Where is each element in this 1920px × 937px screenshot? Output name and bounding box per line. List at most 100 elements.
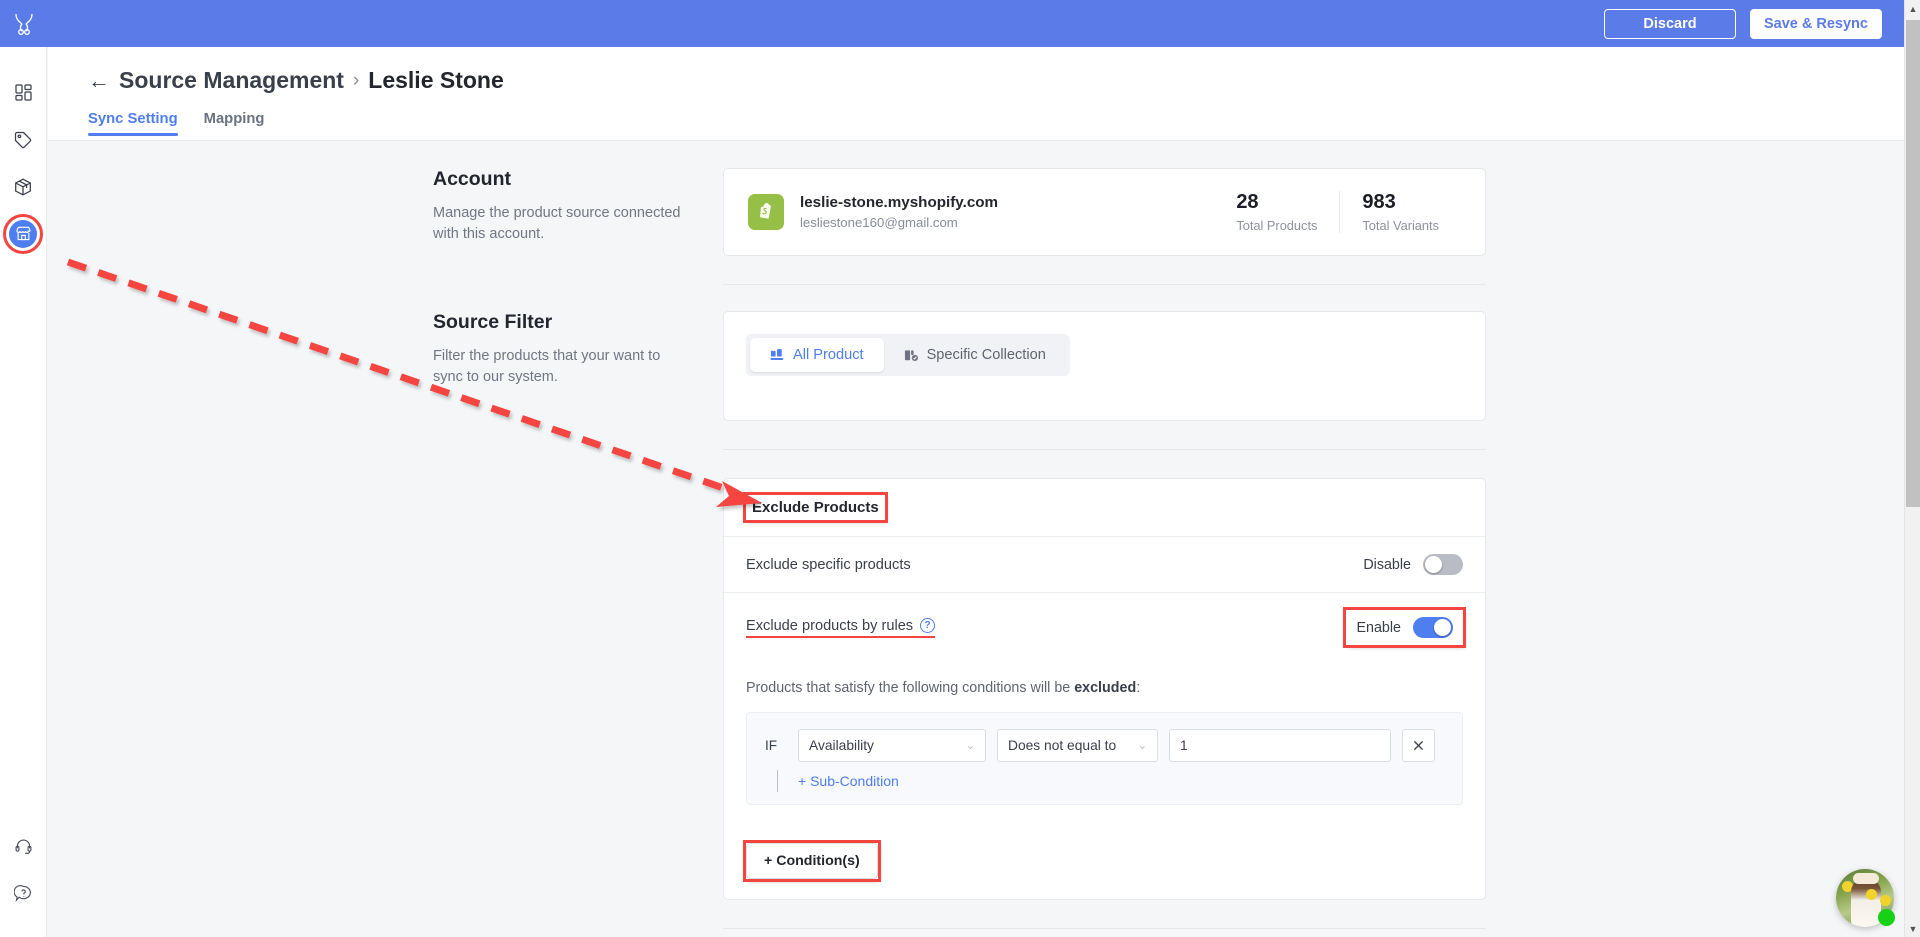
sidebar-primary-items [0,47,47,257]
exclude-by-rules-label-group: Exclude products by rules ? [746,617,936,638]
headset-icon [15,839,31,854]
exclude-specific-toggle-label: Disable [1363,556,1411,573]
back-arrow-icon[interactable]: ← [88,69,110,92]
all-product-icon [770,348,784,360]
tab-sync-setting[interactable]: Sync Setting [88,111,178,136]
sub-condition-row: + Sub-Condition [765,770,1444,792]
account-identity: leslie-stone.myshopify.com lesliestone16… [800,194,998,230]
source-filter-description: Filter the products that your want to sy… [433,348,661,386]
question-bubble-icon [13,885,31,903]
stat-total-variants-label: Total Variants [1362,218,1439,233]
condition-field-select[interactable]: Availability ⌄ [798,729,986,762]
breadcrumb: ← Source Management › Leslie Stone [88,67,504,94]
account-card-wrap: leslie-stone.myshopify.com lesliestone16… [723,168,1486,256]
sidebar-item-support[interactable] [0,823,47,870]
source-filter-title: Source Filter [433,311,553,333]
price-tag-icon [14,131,32,148]
condition-value-input[interactable] [1169,729,1391,762]
exclude-products-header: Exclude Products [724,479,1485,537]
exclude-by-rules-label: Exclude products by rules [746,617,914,634]
exclude-by-rules-row: Exclude products by rules ? Enable [724,593,1485,662]
content-scroll-area: Account Manage the product source connec… [48,142,1904,937]
vertical-scrollbar[interactable]: ▲ ▼ [1904,0,1920,937]
segment-specific-collection-label: Specific Collection [926,347,1046,363]
top-bar: Discard Save & Resync [0,0,1904,47]
condition-operator-select[interactable]: Does not equal to ⌄ [997,729,1158,762]
scrollbar-down-arrow[interactable]: ▼ [1905,920,1920,937]
stat-total-products-value: 28 [1236,191,1259,213]
rules-note-prefix: Products that satisfy the following cond… [746,680,1075,696]
exclude-products-card: Exclude Products Exclude specific produc… [723,478,1486,900]
divider-exclude-products [723,928,1486,929]
exclude-by-rules-toggle[interactable] [1413,617,1453,638]
sidebar-item-tags[interactable] [0,116,47,163]
segment-specific-collection[interactable]: Specific Collection [884,338,1066,372]
rules-note: Products that satisfy the following cond… [746,666,1463,712]
stat-total-products: 28 Total Products [1214,191,1339,233]
remove-condition-button[interactable] [1402,729,1435,762]
account-section: Account Manage the product source connec… [48,142,1904,256]
sidebar-secondary-items [0,823,47,937]
flower-decoration [1880,895,1891,906]
support-chat-widget[interactable] [1836,869,1895,927]
scrollbar-thumb[interactable] [1906,20,1920,507]
source-filter-section: Source Filter Filter the products that y… [48,285,1904,421]
stat-total-products-label: Total Products [1236,218,1318,233]
page-title: Leslie Stone [368,67,504,93]
segment-all-product[interactable]: All Product [750,338,884,372]
scrollbar-up-arrow[interactable]: ▲ [1905,0,1920,17]
breadcrumb-separator-icon: › [352,69,360,91]
stat-total-variants: 983 Total Variants [1339,191,1461,233]
account-email: lesliestone160@gmail.com [800,215,958,230]
sidebar-item-products[interactable] [0,163,47,210]
sidebar-item-help[interactable] [0,870,47,917]
chevron-down-icon: ⌄ [1137,740,1147,752]
add-condition-button[interactable]: + Condition(s) [746,843,878,879]
antlers-logo-icon [14,13,33,35]
condition-if-label: IF [765,738,778,753]
source-filter-segmented-control: All Product Specific Collection [746,334,1070,376]
exclude-specific-products-toggle[interactable] [1423,554,1463,575]
exclude-products-heading: Exclude Products [743,492,888,523]
condition-row: IF Availability ⌄ Does not equal to ⌄ [765,729,1444,762]
avatar-person [1851,878,1881,927]
section-divider-wrap-2 [433,449,1486,450]
flower-decoration [1866,889,1877,900]
tab-mapping[interactable]: Mapping [204,111,265,136]
app-logo[interactable] [0,0,47,47]
rules-body: Products that satisfy the following cond… [724,662,1485,827]
source-filter-card: All Product Specific Collection [723,311,1486,421]
dashboard-grid-icon [14,84,32,101]
rules-note-suffix: : [1136,680,1141,696]
source-filter-info: Source Filter Filter the products that y… [433,311,723,421]
sidebar-item-dashboard[interactable] [0,69,47,116]
exclude-specific-products-label: Exclude specific products [746,556,911,573]
condition-field-value: Availability [809,738,874,753]
condition-operator-value: Does not equal to [1008,738,1117,753]
page-header: ← Source Management › Leslie Stone Sync … [48,47,1904,141]
condition-tree-line [765,770,787,792]
account-stats: 28 Total Products 983 Total Variants [1214,191,1461,233]
add-sub-condition-button[interactable]: + Sub-Condition [798,773,899,789]
save-and-resync-button[interactable]: Save & Resync [1750,8,1882,39]
storefront-icon [16,226,30,241]
account-card: leslie-stone.myshopify.com lesliestone16… [723,168,1486,256]
topbar-actions: Discard Save & Resync [1604,8,1904,39]
close-x-icon [1413,740,1424,751]
condition-group: IF Availability ⌄ Does not equal to ⌄ 1 … [746,712,1463,805]
stat-total-variants-value: 983 [1362,191,1396,213]
sidebar-item-source-management[interactable] [0,210,47,257]
toggle-knob [1434,619,1451,636]
package-box-icon [15,177,31,196]
breadcrumb-root-link[interactable]: Source Management [119,67,344,94]
exclude-specific-toggle-group: Disable [1363,554,1463,575]
exclude-by-rules-toggle-label: Enable [1356,619,1401,636]
segment-all-product-label: All Product [793,347,864,363]
rules-note-strong: excluded [1074,680,1137,696]
discard-button[interactable]: Discard [1604,8,1736,39]
question-circle-icon[interactable]: ? [920,618,936,633]
shopify-bag-icon [748,194,784,230]
collection-check-icon [904,349,918,361]
shopify-glyph [760,203,771,219]
sidebar-active-pill [9,219,37,248]
